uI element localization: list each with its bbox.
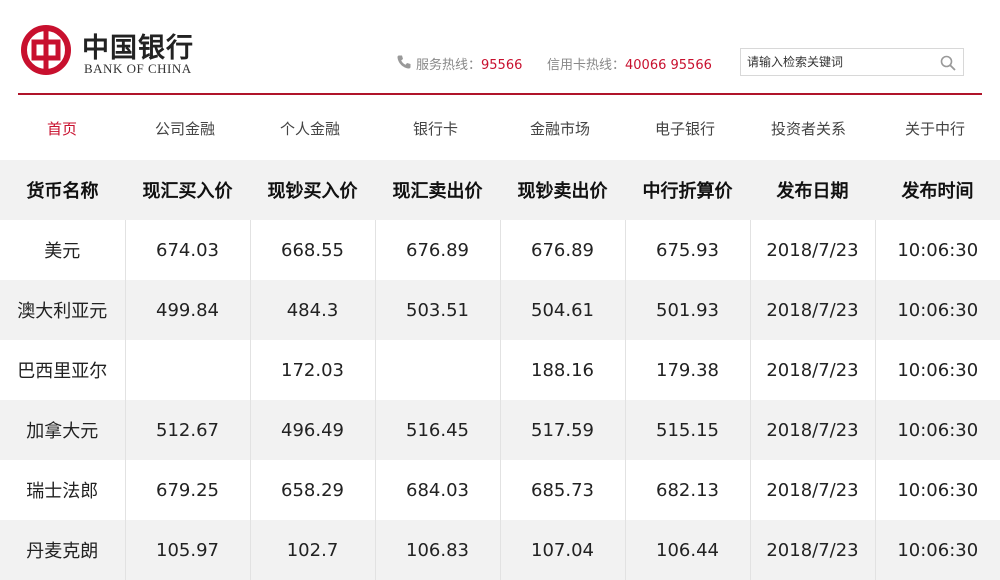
column-header: 现汇卖出价 — [375, 160, 500, 220]
table-cell: 美元 — [0, 220, 126, 280]
column-header: 货币名称 — [0, 160, 125, 220]
table-cell: 679.25 — [125, 460, 251, 520]
column-header: 发布时间 — [875, 160, 1000, 220]
table-cell: 496.49 — [250, 400, 376, 460]
search-icon[interactable] — [939, 54, 957, 72]
column-header: 中行折算价 — [625, 160, 750, 220]
table-cell: 2018/7/23 — [750, 280, 876, 340]
table-cell: 674.03 — [125, 220, 251, 280]
nav-item-bank-card[interactable]: 银行卡 — [413, 118, 458, 139]
table-row: 加拿大元 512.67 496.49 516.45 517.59 515.15 … — [0, 400, 1000, 460]
table-cell: 澳大利亚元 — [0, 280, 126, 340]
bank-of-china-logo-icon — [21, 25, 71, 75]
table-cell: 105.97 — [125, 520, 251, 580]
table-cell: 106.83 — [375, 520, 501, 580]
header-divider — [18, 93, 982, 95]
search-input[interactable] — [747, 52, 927, 72]
table-cell: 172.03 — [250, 340, 376, 400]
table-cell: 685.73 — [500, 460, 626, 520]
table-cell: 2018/7/23 — [750, 400, 876, 460]
service-hotline-label: 服务热线： — [416, 58, 482, 73]
table-cell: 188.16 — [500, 340, 626, 400]
table-cell: 106.44 — [625, 520, 751, 580]
table-cell: 517.59 — [500, 400, 626, 460]
table-cell: 2018/7/23 — [750, 520, 876, 580]
credit-hotline-label: 信用卡热线： — [547, 58, 626, 73]
nav-item-corporate-banking[interactable]: 公司金融 — [155, 118, 215, 139]
table-cell: 2018/7/23 — [750, 460, 876, 520]
brand-name-cn: 中国银行 — [82, 33, 194, 64]
table-row: 丹麦克朗 105.97 102.7 106.83 107.04 106.44 2… — [0, 520, 1000, 580]
table-cell: 484.3 — [250, 280, 376, 340]
column-header: 现汇买入价 — [125, 160, 250, 220]
table-cell: 10:06:30 — [875, 400, 1000, 460]
table-cell: 2018/7/23 — [750, 340, 876, 400]
phone-icon — [397, 55, 411, 69]
brand-name-en: BANK OF CHINA — [84, 61, 192, 76]
table-cell: 丹麦克朗 — [0, 520, 126, 580]
table-row: 瑞士法郎 679.25 658.29 684.03 685.73 682.13 … — [0, 460, 1000, 520]
table-cell: 巴西里亚尔 — [0, 340, 126, 400]
table-cell — [125, 340, 251, 400]
table-cell: 682.13 — [625, 460, 751, 520]
nav-item-e-banking[interactable]: 电子银行 — [655, 118, 715, 139]
table-cell: 499.84 — [125, 280, 251, 340]
search-box — [740, 48, 964, 76]
column-header: 现钞卖出价 — [500, 160, 625, 220]
table-cell: 瑞士法郎 — [0, 460, 126, 520]
bank-logo[interactable]: 中国银行 BANK OF CHINA — [20, 24, 220, 76]
main-nav: 首页 公司金融 个人金融 银行卡 金融市场 电子银行 投资者关系 关于中行 — [0, 110, 1000, 146]
table-cell: 512.67 — [125, 400, 251, 460]
credit-hotline-number: 40066 95566 — [625, 58, 712, 73]
table-cell: 102.7 — [250, 520, 376, 580]
table-cell: 676.89 — [500, 220, 626, 280]
table-row: 澳大利亚元 499.84 484.3 503.51 504.61 501.93 … — [0, 280, 1000, 340]
table-cell: 107.04 — [500, 520, 626, 580]
nav-item-personal-banking[interactable]: 个人金融 — [280, 118, 340, 139]
table-cell: 10:06:30 — [875, 520, 1000, 580]
nav-item-about-boc[interactable]: 关于中行 — [905, 118, 965, 139]
nav-item-home[interactable]: 首页 — [47, 118, 77, 139]
exchange-rate-table: 货币名称 现汇买入价 现钞买入价 现汇卖出价 现钞卖出价 中行折算价 发布日期 … — [0, 160, 1000, 580]
table-cell: 加拿大元 — [0, 400, 126, 460]
table-cell: 675.93 — [625, 220, 751, 280]
table-cell: 179.38 — [625, 340, 751, 400]
table-cell: 10:06:30 — [875, 460, 1000, 520]
column-header: 现钞买入价 — [250, 160, 375, 220]
column-header: 发布日期 — [750, 160, 875, 220]
table-cell: 516.45 — [375, 400, 501, 460]
table-cell: 668.55 — [250, 220, 376, 280]
table-cell: 515.15 — [625, 400, 751, 460]
table-cell: 2018/7/23 — [750, 220, 876, 280]
table-cell: 504.61 — [500, 280, 626, 340]
table-cell: 658.29 — [250, 460, 376, 520]
nav-item-investor-relations[interactable]: 投资者关系 — [771, 118, 846, 139]
table-cell: 10:06:30 — [875, 340, 1000, 400]
table-cell: 10:06:30 — [875, 280, 1000, 340]
table-cell: 10:06:30 — [875, 220, 1000, 280]
table-cell: 501.93 — [625, 280, 751, 340]
table-cell: 676.89 — [375, 220, 501, 280]
site-header: 中国银行 BANK OF CHINA 服务热线：95566 信用卡热线：4006… — [0, 0, 1000, 95]
nav-item-financial-markets[interactable]: 金融市场 — [530, 118, 590, 139]
service-hotline-number: 95566 — [481, 58, 523, 73]
table-row: 巴西里亚尔 172.03 188.16 179.38 2018/7/23 10:… — [0, 340, 1000, 400]
credit-card-hotline: 信用卡热线：40066 95566 — [547, 54, 712, 73]
table-cell: 684.03 — [375, 460, 501, 520]
service-hotline: 服务热线：95566 — [416, 54, 522, 73]
table-cell — [375, 340, 501, 400]
table-header-row: 货币名称 现汇买入价 现钞买入价 现汇卖出价 现钞卖出价 中行折算价 发布日期 … — [0, 160, 1000, 220]
table-row: 美元 674.03 668.55 676.89 676.89 675.93 20… — [0, 220, 1000, 280]
table-cell: 503.51 — [375, 280, 501, 340]
